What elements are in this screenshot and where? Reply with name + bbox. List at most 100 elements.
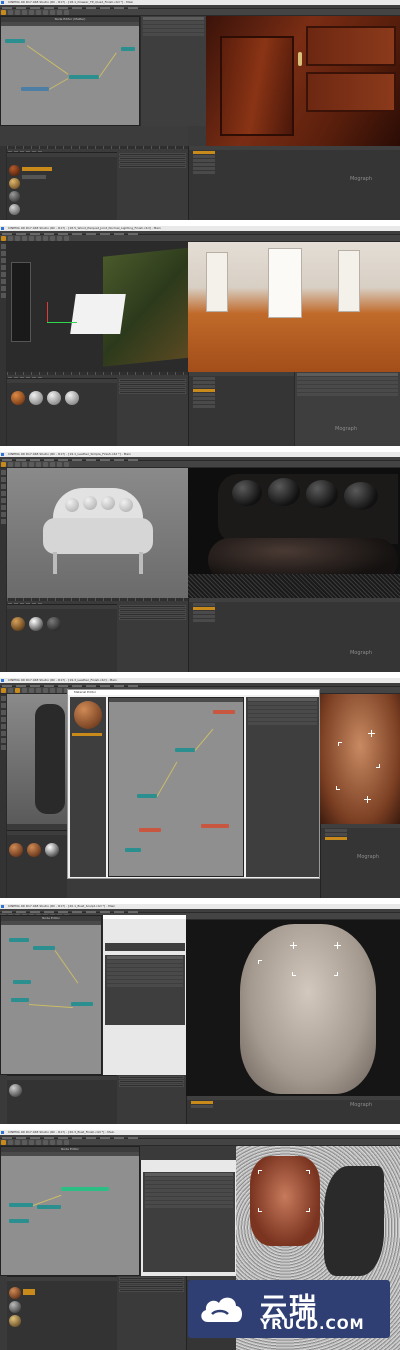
object-manager[interactable]: Mograph xyxy=(188,598,400,672)
material-preview xyxy=(74,701,102,729)
app-icon xyxy=(1,679,4,682)
node[interactable] xyxy=(125,848,141,852)
mograph-logo: Mograph xyxy=(335,426,358,432)
node[interactable] xyxy=(137,794,157,798)
object-manager[interactable] xyxy=(188,372,294,446)
material-ball[interactable] xyxy=(65,391,79,405)
material-manager[interactable] xyxy=(7,1276,117,1350)
node[interactable] xyxy=(9,1219,29,1223)
attribute-manager[interactable] xyxy=(102,915,186,1075)
node[interactable] xyxy=(121,47,135,51)
object-manager[interactable]: Mograph xyxy=(186,1096,400,1124)
material-ball[interactable] xyxy=(47,617,61,631)
render-view xyxy=(206,16,400,146)
coordinates-manager[interactable] xyxy=(117,152,188,220)
material-ball[interactable] xyxy=(9,843,23,857)
material-ball[interactable] xyxy=(29,617,43,631)
app-icon xyxy=(1,227,4,230)
coordinates-manager[interactable] xyxy=(117,604,188,672)
drawer-knob-icon xyxy=(298,52,302,66)
toolbar[interactable] xyxy=(0,1139,400,1146)
screenshot-2: CINEMA 4D R17.048 Studio (RC - R17) - [1… xyxy=(0,226,400,446)
viewport[interactable] xyxy=(7,242,188,372)
material-ball[interactable] xyxy=(9,1084,22,1097)
material-manager[interactable] xyxy=(7,152,117,220)
toolbar[interactable] xyxy=(0,235,400,242)
render-view xyxy=(320,694,400,824)
app-icon xyxy=(1,1131,4,1134)
bust-sculpt xyxy=(240,924,376,1094)
app-icon xyxy=(1,905,4,908)
node-editor-window[interactable]: Node Editor xyxy=(0,915,102,1075)
node[interactable] xyxy=(5,39,25,43)
viewport[interactable] xyxy=(0,126,188,146)
material-ball[interactable] xyxy=(27,843,41,857)
material-manager[interactable] xyxy=(7,604,117,672)
toolbar[interactable] xyxy=(0,461,400,468)
screenshot-1: CINEMA 4D R17.048 Studio (RC - R17) - [1… xyxy=(0,0,400,220)
node[interactable] xyxy=(175,748,195,752)
attribute-manager[interactable] xyxy=(140,16,206,126)
screenshot-4: CINEMA 4D R17.048 Studio (RC - R17) - [1… xyxy=(0,678,400,898)
material-ball[interactable] xyxy=(9,1301,21,1313)
node[interactable] xyxy=(61,1187,109,1191)
coordinates-manager[interactable] xyxy=(117,1276,186,1350)
screenshot-5: CINEMA 4D R17.048 Studio (RC - R17) - [2… xyxy=(0,904,400,1124)
mograph-logo: Mograph xyxy=(349,176,372,182)
toolbar[interactable] xyxy=(0,9,400,16)
attribute-manager[interactable]: Mograph xyxy=(294,372,400,446)
node[interactable] xyxy=(11,998,29,1002)
mograph-logo: Mograph xyxy=(357,854,380,860)
watermark-en: YRUCD.COM xyxy=(260,1317,365,1333)
material-manager[interactable] xyxy=(7,1075,117,1124)
material-attributes[interactable] xyxy=(246,697,319,877)
coordinates-manager[interactable] xyxy=(117,378,188,446)
node[interactable] xyxy=(33,946,55,950)
mograph-logo: Mograph xyxy=(349,650,372,656)
material-ball[interactable] xyxy=(29,391,43,405)
tool-palette[interactable] xyxy=(0,468,7,672)
viewport[interactable] xyxy=(7,468,188,598)
coordinates-manager[interactable] xyxy=(117,1075,186,1124)
node-editor-window[interactable]: Node Editor (Matter) xyxy=(0,16,140,126)
object-manager[interactable]: Mograph xyxy=(188,146,400,220)
node[interactable] xyxy=(9,1203,33,1207)
node[interactable] xyxy=(13,980,31,984)
material-ball[interactable] xyxy=(11,617,25,631)
app-icon xyxy=(1,1,4,4)
material-ball[interactable] xyxy=(9,204,20,215)
material-editor-title: Material Editor xyxy=(68,690,319,695)
material-ball[interactable] xyxy=(45,843,59,857)
material-ball[interactable] xyxy=(9,1287,21,1299)
node[interactable] xyxy=(37,1205,61,1209)
material-editor-window[interactable]: Material Editor xyxy=(67,689,320,879)
node[interactable] xyxy=(9,938,29,942)
material-manager[interactable] xyxy=(7,830,67,898)
material-ball[interactable] xyxy=(9,1315,21,1327)
material-ball[interactable] xyxy=(11,391,25,405)
render-view xyxy=(188,468,400,598)
node[interactable] xyxy=(139,828,161,832)
tool-palette[interactable] xyxy=(0,242,7,446)
tool-palette[interactable] xyxy=(0,694,7,898)
node-editor-toolbar[interactable] xyxy=(1,22,139,26)
object-manager[interactable]: Mograph xyxy=(320,824,400,898)
material-manager[interactable] xyxy=(7,378,117,446)
attribute-manager[interactable] xyxy=(140,1160,236,1276)
node[interactable] xyxy=(21,87,49,91)
material-ball[interactable] xyxy=(47,391,61,405)
node[interactable] xyxy=(71,1002,93,1006)
viewport[interactable] xyxy=(7,694,67,824)
watermark-badge: 云瑞 YRUCD.COM xyxy=(188,1280,390,1338)
node[interactable] xyxy=(213,710,235,714)
mograph-logo: Mograph xyxy=(349,1102,372,1108)
node[interactable] xyxy=(201,824,229,828)
render-view xyxy=(186,920,400,1096)
node-editor-window[interactable]: Node Editor xyxy=(0,1146,140,1276)
node[interactable] xyxy=(69,75,99,79)
material-ball[interactable] xyxy=(9,191,20,202)
cube-object[interactable] xyxy=(70,294,126,334)
cloud-icon xyxy=(201,1297,242,1322)
material-ball[interactable] xyxy=(9,178,20,189)
material-ball[interactable] xyxy=(9,165,20,176)
